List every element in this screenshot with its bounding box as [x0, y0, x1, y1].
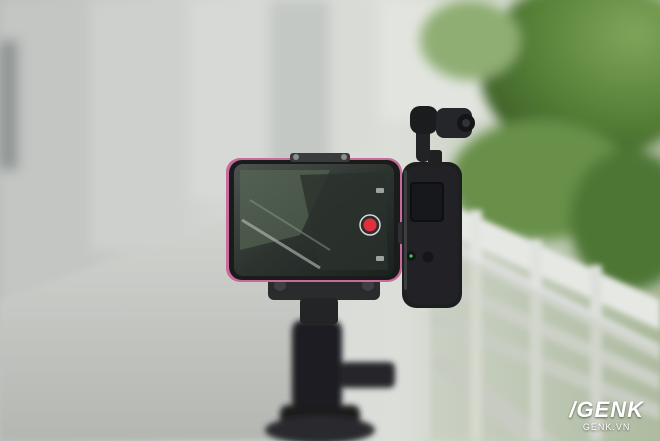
- genk-watermark: /GENK GENK.VN: [569, 399, 644, 433]
- photo-scene: [0, 0, 660, 441]
- photo-illustration: [0, 0, 660, 441]
- genk-logo: /GENK: [569, 397, 644, 422]
- genk-site-url: GENK.VN: [582, 422, 631, 432]
